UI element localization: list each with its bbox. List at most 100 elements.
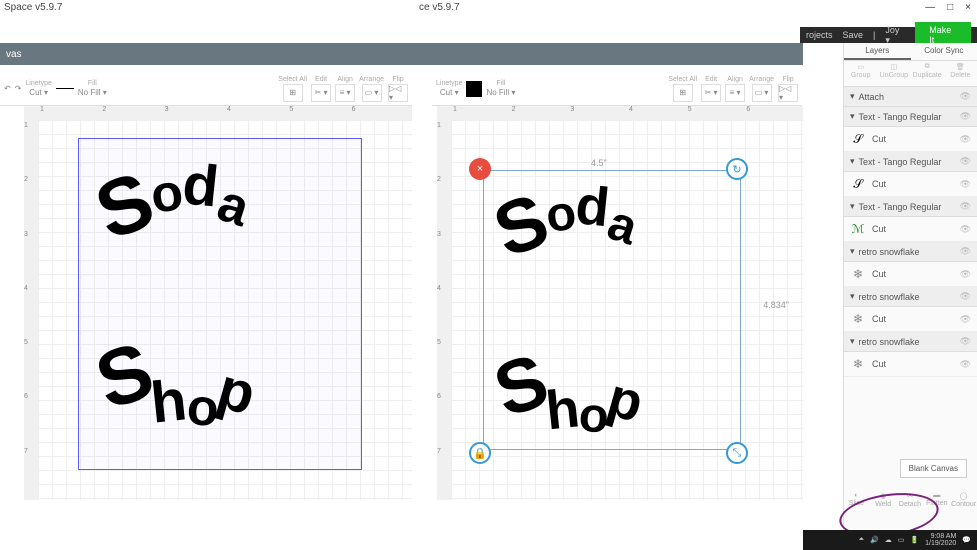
visibility-icon[interactable]: 👁 — [960, 336, 971, 347]
layer-header[interactable]: ▾retro snowflake👁 — [844, 332, 977, 352]
toolbar-2: LinetypeCut ▾ FillNo Fill ▾ Select All⊞ … — [432, 72, 802, 106]
layer-thumb-icon: ❄ — [850, 266, 866, 282]
text-soda-2[interactable]: Soda — [496, 182, 637, 268]
collapse-icon: ▾ — [850, 336, 855, 347]
canvas-header-1: vas — [0, 43, 803, 65]
minimize-button[interactable]: — — [925, 2, 935, 12]
tray-icon[interactable]: ⏶ — [858, 536, 864, 544]
visibility-icon[interactable]: 👁 — [960, 246, 971, 257]
fill-select[interactable]: No Fill ▾ — [78, 88, 107, 97]
attach-group-header[interactable]: ▾ Attach 👁 — [844, 87, 977, 107]
layer-header[interactable]: ▾Text - Tango Regular👁 — [844, 152, 977, 172]
layer-row[interactable]: ❄Cut👁 — [844, 352, 977, 377]
visibility-icon[interactable]: 👁 — [960, 359, 971, 370]
layer-row[interactable]: 𝒮Cut👁 — [844, 172, 977, 197]
taskbar: ⏶ 🔊 ☁ ▭ 🔋 9:08 AM 1/19/2020 💬 — [803, 530, 977, 550]
visibility-icon[interactable]: 👁 — [960, 179, 971, 190]
undo-button[interactable]: ↶ — [4, 84, 11, 93]
tray-icon[interactable]: 🔊 — [870, 536, 879, 544]
tray-icon[interactable]: 🔋 — [910, 536, 919, 544]
contour-button[interactable]: ◯Contour — [950, 492, 977, 508]
layer-sub: Cut — [872, 314, 886, 324]
app-title-1: Space v5.9.7 — [0, 0, 66, 15]
visibility-icon[interactable]: 👁 — [960, 269, 971, 280]
redo-button[interactable]: ↷ — [15, 84, 22, 93]
layer-thumb-icon: 𝒮 — [850, 131, 866, 147]
text-soda-1[interactable]: Soda — [98, 160, 247, 252]
notifications-icon[interactable]: 💬 — [962, 536, 971, 544]
layer-row[interactable]: 𝒮 Cut 👁 — [844, 127, 977, 152]
linetype-label: Linetype — [25, 80, 51, 87]
delete-handle[interactable]: × — [469, 158, 491, 180]
select-all-button[interactable]: ⊞ — [283, 84, 303, 102]
visibility-icon[interactable]: 👁 — [960, 291, 971, 302]
collapse-icon: ▾ — [850, 291, 855, 302]
flip-button[interactable]: ▷◁ ▾ — [388, 84, 408, 102]
visibility-icon[interactable]: 👁 — [960, 156, 971, 167]
canvas-2[interactable]: 123456 1234567 × ↻ 🔒 ⤡ 4.5" 4.834" Soda … — [437, 106, 803, 500]
taskbar-date: 1/19/2020 — [925, 540, 956, 547]
collapse-icon: ▾ — [850, 156, 855, 167]
visibility-icon[interactable]: 👁 — [960, 201, 971, 212]
tray-icon[interactable]: ☁ — [885, 536, 892, 544]
linetype-select[interactable]: Cut ▾ — [29, 88, 48, 97]
layer-header[interactable]: ▾retro snowflake👁 — [844, 242, 977, 262]
tab-layers[interactable]: Layers — [844, 43, 911, 60]
rotate-handle[interactable]: ↻ — [726, 158, 748, 180]
text-shop-1[interactable]: Shop — [98, 330, 254, 422]
layer-sub: Cut — [872, 224, 886, 234]
group-button[interactable]: ▭Group — [844, 61, 877, 86]
arrange-button[interactable]: ▭ ▾ — [362, 84, 382, 102]
scale-handle[interactable]: ⤡ — [726, 442, 748, 464]
ungroup-button[interactable]: ◫UnGroup — [877, 61, 910, 86]
arrange-label: Arrange — [359, 76, 384, 83]
layer-row[interactable]: ❄ Cut 👁 — [844, 262, 977, 287]
close-window-button[interactable]: × — [965, 2, 971, 12]
layer-header[interactable]: ▾Text - Tango Regular👁 — [844, 107, 977, 127]
visibility-icon[interactable]: 👁 — [960, 224, 971, 235]
align-label: Align — [337, 76, 353, 83]
visibility-icon[interactable]: 👁 — [960, 111, 971, 122]
layer-thumb-icon: 𝒮 — [850, 176, 866, 192]
selection-width: 4.5" — [591, 158, 607, 168]
select-all-button-2[interactable]: ⊞ — [673, 84, 693, 102]
align-button[interactable]: ≡ ▾ — [335, 84, 355, 102]
ruler-h-2: 123456 — [451, 106, 803, 120]
select-all-label: Select All — [278, 76, 307, 83]
layer-row[interactable]: ❄Cut👁 — [844, 307, 977, 332]
layer-row[interactable]: ℳCut👁 — [844, 217, 977, 242]
visibility-icon[interactable]: 👁 — [960, 134, 971, 145]
fill-label: Fill — [88, 80, 97, 87]
layers-panel: Layers Color Sync ▭Group ◫UnGroup ⧉Dupli… — [843, 43, 977, 530]
edit-label-2: Edit — [705, 76, 717, 83]
duplicate-button[interactable]: ⧉Duplicate — [911, 61, 944, 86]
edit-button-2[interactable]: ✂ ▾ — [701, 84, 721, 102]
layer-sub: Cut — [872, 269, 886, 279]
flip-label: Flip — [392, 76, 403, 83]
canvas-1[interactable]: 123456 1234567 Soda Shop — [24, 106, 412, 500]
layer-header[interactable]: ▾retro snowflake👁 — [844, 287, 977, 307]
maximize-button[interactable]: □ — [947, 2, 953, 12]
fill-swatch[interactable] — [466, 81, 482, 97]
align-button-2[interactable]: ≡ ▾ — [725, 84, 745, 102]
tab-colorsync[interactable]: Color Sync — [911, 43, 977, 60]
selection-height: 4.834" — [763, 300, 789, 310]
arrange-button-2[interactable]: ▭ ▾ — [752, 84, 772, 102]
linetype-select-2[interactable]: Cut ▾ — [440, 88, 459, 97]
layer-header[interactable]: ▾Text - Tango Regular👁 — [844, 197, 977, 217]
save-button[interactable]: Save — [843, 30, 864, 40]
visibility-icon[interactable]: 👁 — [960, 91, 971, 102]
lock-handle[interactable]: 🔒 — [469, 442, 491, 464]
projects-menu[interactable]: rojects — [806, 30, 833, 40]
select-all-label-2: Select All — [668, 76, 697, 83]
text-shop-2[interactable]: Shop — [496, 342, 643, 428]
blank-canvas-button[interactable]: Blank Canvas — [900, 459, 967, 478]
visibility-icon[interactable]: 👁 — [960, 314, 971, 325]
delete-button[interactable]: 🗑Delete — [944, 61, 977, 86]
ruler-v-2: 1234567 — [437, 120, 451, 500]
flip-button-2[interactable]: ▷◁ ▾ — [778, 84, 798, 102]
tray-icon[interactable]: ▭ — [898, 536, 905, 544]
fill-select-2[interactable]: No Fill ▾ — [486, 88, 515, 97]
layer-sub: Cut — [872, 134, 886, 144]
edit-button[interactable]: ✂ ▾ — [311, 84, 331, 102]
